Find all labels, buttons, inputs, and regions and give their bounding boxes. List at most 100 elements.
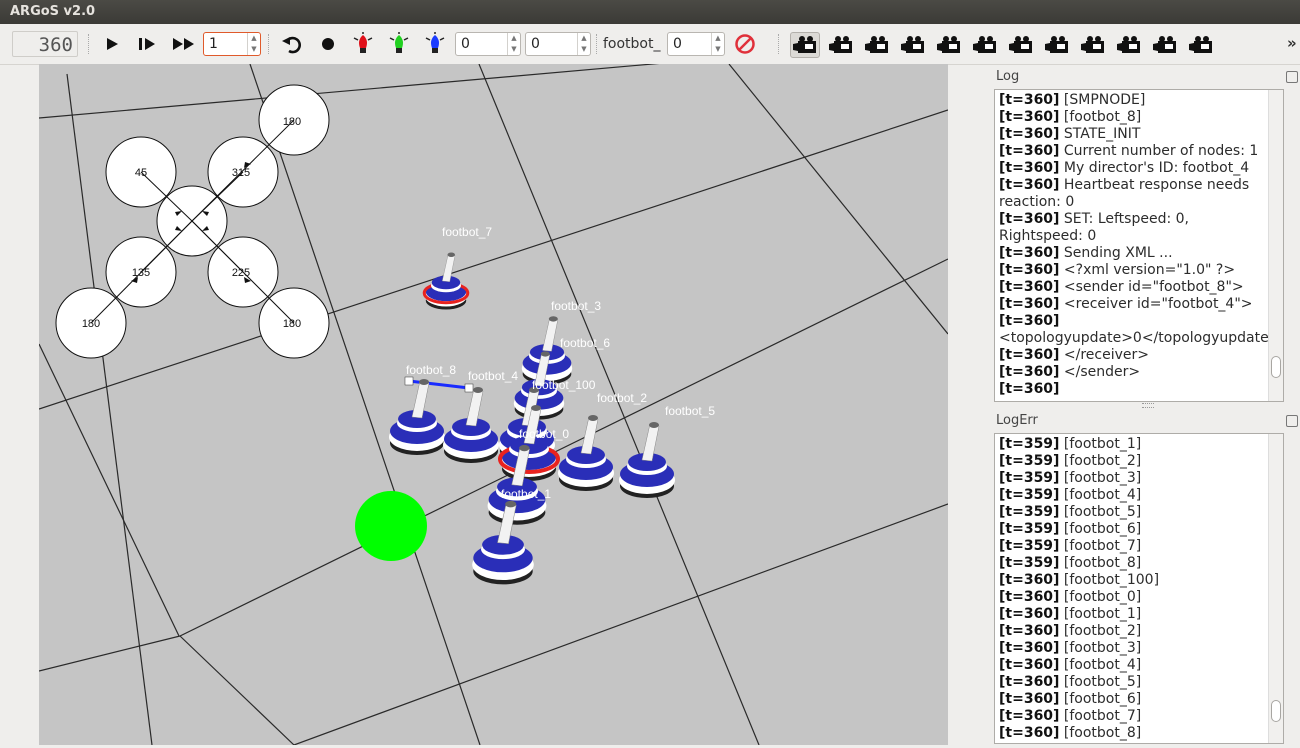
log-timestamp: [t=360] [999, 313, 1060, 329]
toolbar-overflow-button[interactable]: » [1287, 34, 1297, 52]
camera-button-10[interactable] [1114, 32, 1144, 58]
reset-button[interactable] [279, 30, 305, 58]
step-button[interactable] [135, 30, 159, 58]
spin-arrows-icon[interactable]: ▲ ▼ [247, 33, 260, 55]
camera-icon [901, 36, 924, 53]
camera-button-5[interactable] [934, 32, 964, 58]
undock-icon[interactable] [1286, 71, 1298, 83]
log-message: [footbot_6] [1059, 521, 1142, 537]
arena-floor[interactable]: 180 45 315 135 225 180 180 footbot_7 foo… [39, 64, 948, 745]
log-scrollbar[interactable] [1268, 90, 1283, 401]
camera-button-12[interactable] [1186, 32, 1216, 58]
log-timestamp: [t=360] [999, 725, 1060, 741]
camera-button-7[interactable] [1006, 32, 1036, 58]
log-line: [t=360] [footbot_8] [999, 725, 1263, 742]
log-message: [SMPNODE] [1059, 92, 1146, 108]
fast-forward-button[interactable] [170, 30, 198, 58]
play-button[interactable] [100, 30, 124, 58]
log-message: Current number of nodes: 1 [1059, 143, 1259, 159]
step-counter-display: 360 [12, 31, 78, 57]
log-line: [t=360] [footbot_7] [999, 708, 1263, 725]
logerr-panel[interactable]: [t=359] [footbot_1] [t=359] [footbot_2] [t… [994, 433, 1284, 744]
log-timestamp: [t=360] [999, 160, 1060, 176]
robot-footbot-5[interactable] [619, 422, 675, 498]
camera-button-1[interactable] [790, 32, 820, 58]
label-footbot-4: footbot_4 [468, 369, 518, 383]
spin-arrows-icon[interactable]: ▲ ▼ [507, 33, 520, 55]
log-line: [t=360] <?xml version="1.0" ?> [999, 262, 1263, 279]
log-timestamp: [t=360] [999, 296, 1060, 312]
log-timestamp: [t=359] [999, 470, 1060, 486]
label-footbot-100: footbot_100 [532, 378, 596, 392]
camera-button-2[interactable] [826, 32, 856, 58]
log-message: [footbot_5] [1059, 504, 1142, 520]
footbot-value: 0 [673, 36, 682, 52]
speed-spinbox[interactable]: 1 ▲ ▼ [203, 32, 261, 56]
log-message: [footbot_100] [1059, 572, 1160, 588]
label-footbot-1: footbot_1 [501, 487, 551, 501]
green-light-button[interactable] [386, 30, 412, 58]
label-footbot-0: footbot_0 [519, 427, 569, 441]
spin-arrows-icon[interactable]: ▲ ▼ [711, 33, 724, 55]
camera-button-6[interactable] [970, 32, 1000, 58]
robot-footbot-3[interactable] [521, 316, 573, 385]
log-message: [footbot_1] [1059, 606, 1142, 622]
camera-icon [1117, 36, 1140, 53]
field-a-spinbox[interactable]: 0 ▲ ▼ [455, 32, 521, 56]
camera-button-9[interactable] [1078, 32, 1108, 58]
log-timestamp: [t=360] [999, 245, 1060, 261]
camera-button-4[interactable] [898, 32, 928, 58]
logerr-scrollbar[interactable] [1268, 434, 1283, 743]
play-icon [107, 38, 118, 50]
toolbar-separator [778, 34, 781, 54]
record-button[interactable] [316, 30, 340, 58]
log-line: [t=360] [footbot_1] [999, 606, 1263, 623]
log-message: <receiver id="footbot_4"> [1059, 296, 1253, 312]
log-line: [t=359] [footbot_1] [999, 436, 1263, 453]
red-light-button[interactable] [350, 30, 376, 58]
communication-link [408, 379, 470, 390]
log-timestamp: [t=359] [999, 504, 1060, 520]
log-timestamp: [t=360] [999, 279, 1060, 295]
splitter-handle[interactable] [1142, 403, 1154, 408]
camera-button-11[interactable] [1150, 32, 1180, 58]
field-b-spinbox[interactable]: 0 ▲ ▼ [525, 32, 591, 56]
footbot-spinbox[interactable]: 0 ▲ ▼ [667, 32, 725, 56]
log-message: My director's ID: footbot_4 [1059, 160, 1250, 176]
log-timestamp: [t=360] [999, 126, 1060, 142]
red-light-icon [353, 32, 373, 53]
robot-footbot-7[interactable] [422, 252, 470, 310]
blue-light-button[interactable] [422, 30, 448, 58]
camera-button-3[interactable] [862, 32, 892, 58]
camera-button-8[interactable] [1042, 32, 1072, 58]
camera-icon [1153, 36, 1176, 53]
simulation-viewport[interactable]: 180 45 315 135 225 180 180 footbot_7 foo… [39, 64, 948, 745]
log-panel[interactable]: [t=360] [SMPNODE] [t=360] [footbot_8] [t=3… [994, 89, 1284, 402]
log-timestamp: [t=360] [999, 640, 1060, 656]
compass-label-bottom-left: 180 [82, 318, 100, 330]
log-line: [t=360] Heartbeat response needs [999, 177, 1263, 194]
robot-footbot-4[interactable] [443, 387, 499, 463]
log-message: Heartbeat response needs [1059, 177, 1250, 193]
label-footbot-2: footbot_2 [597, 391, 647, 405]
green-light-icon [389, 32, 409, 53]
label-footbot-5: footbot_5 [665, 404, 715, 418]
stop-icon [735, 34, 755, 54]
spin-arrows-icon[interactable]: ▲ ▼ [577, 33, 590, 55]
log-timestamp: [t=360] [999, 92, 1060, 108]
log-line: [t=360] My director's ID: footbot_4 [999, 160, 1263, 177]
log-line: [t=360] <sender id="footbot_8"> [999, 279, 1263, 296]
stop-button[interactable] [732, 30, 758, 58]
scrollbar-thumb[interactable] [1271, 700, 1281, 722]
log-panel-title: Log [996, 69, 1020, 84]
log-message: [footbot_8] [1059, 555, 1142, 571]
light-source[interactable] [355, 491, 427, 561]
log-line: [t=359] [footbot_8] [999, 555, 1263, 572]
compass-label-45: 45 [135, 167, 147, 179]
log-message: reaction: 0 [999, 194, 1075, 210]
undock-icon[interactable] [1286, 415, 1298, 427]
log-timestamp: [t=359] [999, 487, 1060, 503]
log-message: [footbot_7] [1059, 708, 1142, 724]
robot-footbot-8[interactable] [389, 379, 445, 455]
scrollbar-thumb[interactable] [1271, 356, 1281, 378]
